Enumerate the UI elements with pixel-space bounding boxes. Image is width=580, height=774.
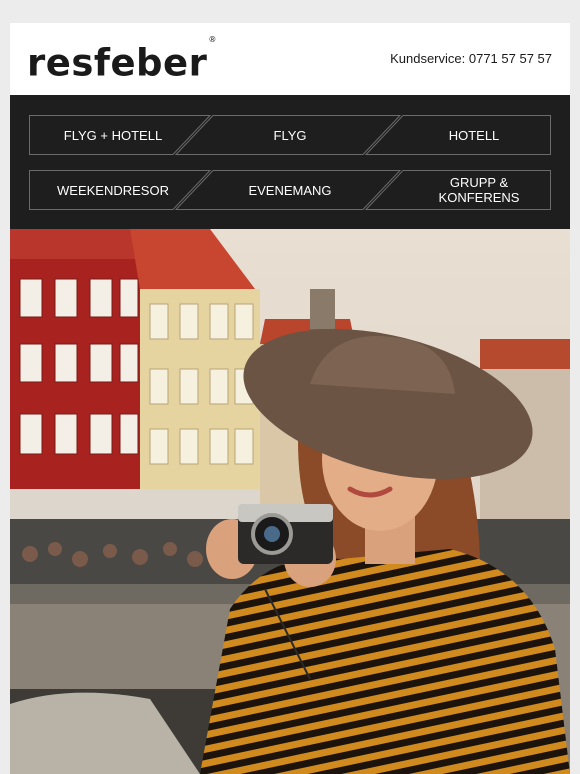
nav-flyg[interactable]: FLYG [215, 115, 365, 155]
header: resfeber® Kundservice: 0771 57 57 57 [10, 23, 570, 95]
hero-photo-illustration [10, 229, 570, 774]
resfeber-logo[interactable]: resfeber® [27, 35, 217, 85]
nav-grupp-konferens[interactable]: GRUPP & KONFERENS [429, 170, 529, 210]
customer-service-label: Kundservice: [390, 51, 466, 66]
logo-text: resfeber [27, 41, 208, 85]
customer-service-phone[interactable]: 0771 57 57 57 [469, 51, 552, 66]
hero-image[interactable] [10, 229, 570, 774]
nav-flyg-hotell[interactable]: FLYG + HOTELL [35, 115, 191, 155]
main-nav: FLYG + HOTELL FLYG HOTELL WEEKENDRESOR E… [10, 95, 570, 229]
nav-weekendresor[interactable]: WEEKENDRESOR [35, 170, 191, 210]
nav-row-1: FLYG + HOTELL FLYG HOTELL [29, 115, 551, 155]
nav-row-2: WEEKENDRESOR EVENEMANG GRUPP & KONFERENS [29, 170, 551, 210]
nav-hotell[interactable]: HOTELL [399, 115, 549, 155]
email-frame: resfeber® Kundservice: 0771 57 57 57 FLY… [10, 23, 570, 774]
registered-mark: ® [208, 35, 217, 44]
customer-service: Kundservice: 0771 57 57 57 [390, 51, 552, 66]
nav-evenemang[interactable]: EVENEMANG [215, 170, 365, 210]
